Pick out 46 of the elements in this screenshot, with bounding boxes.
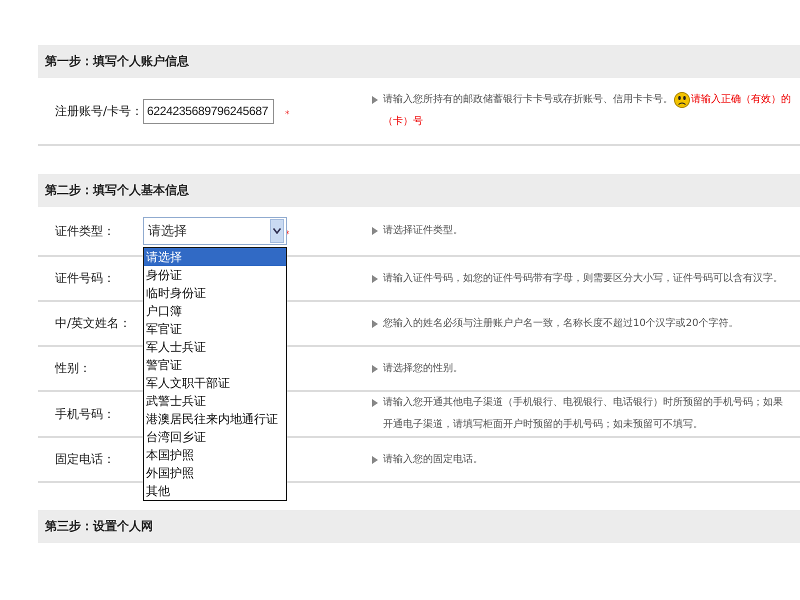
id-type-dropdown[interactable]: 请选择: [143, 217, 287, 245]
field-label: 手机号码：: [55, 406, 116, 422]
triangle-bullet-icon: [372, 320, 378, 328]
dropdown-option[interactable]: 本国护照: [144, 446, 286, 464]
section-header: 第一步：填写个人账户信息: [38, 45, 800, 78]
section-header: 第三步：设置个人网: [38, 510, 800, 543]
dropdown-option[interactable]: 武警士兵证: [144, 392, 286, 410]
dropdown-option[interactable]: 军人士兵证: [144, 338, 286, 356]
triangle-bullet-icon: [372, 399, 378, 407]
section-header: 第二步：填写个人基本信息: [38, 174, 800, 207]
dropdown-option[interactable]: 港澳居民往来内地通行证: [144, 410, 286, 428]
dropdown-option[interactable]: 户口簿: [144, 302, 286, 320]
chevron-down-icon: [273, 228, 281, 234]
error-text: （卡）号: [383, 114, 423, 129]
account-number-field[interactable]: 6224235689796245687: [143, 98, 274, 124]
dropdown-option[interactable]: 临时身份证: [144, 284, 286, 302]
dropdown-option[interactable]: 身份证: [144, 266, 286, 284]
dropdown-option[interactable]: 请选择: [144, 248, 286, 266]
sad-face-icon: [674, 92, 690, 108]
field-label: 性别：: [55, 360, 92, 377]
hint-text: 请输入证件号码，如您的证件号码带有字母，则需要区分大小写，证件号码可以含有汉字。: [383, 272, 783, 286]
required-asterisk: *: [284, 110, 290, 120]
triangle-bullet-icon: [372, 227, 378, 235]
hint-text: 请选择您的性别。: [383, 362, 463, 376]
dropdown-option[interactable]: 军人文职干部证: [144, 374, 286, 392]
hint-text: 您输入的姓名必须与注册账户户名一致，名称长度不超过10个汉字或20个字符。: [383, 316, 738, 330]
dropdown-option[interactable]: 外国护照: [144, 464, 286, 482]
error-text: 请输入正确（有效）的: [691, 92, 791, 107]
dropdown-option[interactable]: 警官证: [144, 356, 286, 374]
field-label: 固定电话：: [55, 451, 116, 468]
field-label: 注册账号/卡号：: [55, 102, 143, 120]
triangle-bullet-icon: [372, 456, 378, 464]
field-label: 证件号码：: [55, 270, 116, 287]
dropdown-option[interactable]: 台湾回乡证: [144, 428, 286, 446]
triangle-bullet-icon: [372, 96, 378, 104]
triangle-bullet-icon: [372, 364, 378, 372]
hint-text: 开通电子渠道，请填写柜面开户时预留的手机号码；如未预留可不填写。: [383, 418, 703, 432]
hint-text: 请输入您所持有的邮政储蓄银行卡卡号或存折账号、信用卡卡号。: [383, 92, 673, 107]
dropdown-option[interactable]: 其他: [144, 482, 286, 500]
hint-text: 请输入您的固定电话。: [383, 452, 483, 466]
hint-text: 请选择证件类型。: [383, 224, 463, 238]
dropdown-option[interactable]: 军官证: [144, 320, 286, 338]
field-label: 证件类型：: [55, 222, 116, 240]
field-label: 中/英文姓名：: [55, 315, 132, 332]
triangle-bullet-icon: [372, 274, 378, 282]
hint-text: 请输入您开通其他电子渠道（手机银行、电视银行、电话银行）时所预留的手机号码；如果: [383, 396, 783, 410]
